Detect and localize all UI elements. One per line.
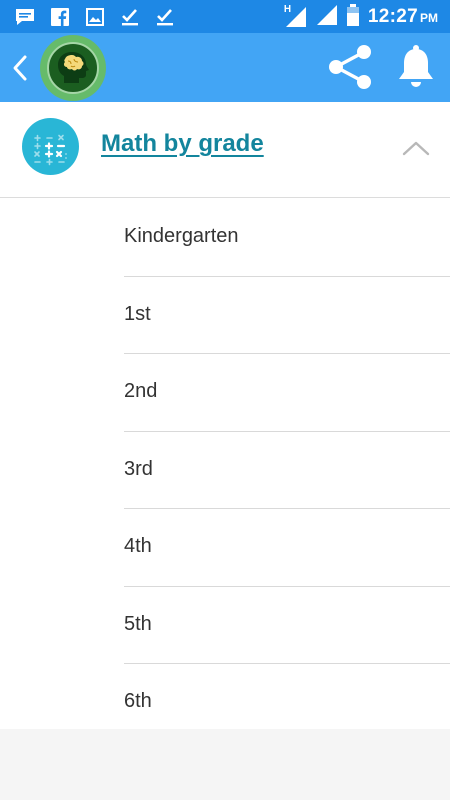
grade-item-1st[interactable]: 1st	[0, 277, 450, 354]
status-bar: H 12:27 PM	[0, 0, 450, 33]
grade-label: 6th	[124, 690, 152, 712]
checkmark-icon	[154, 6, 176, 28]
bell-icon	[399, 45, 433, 87]
math-symbols-icon	[22, 118, 79, 175]
grade-label: 2nd	[124, 380, 158, 402]
share-icon	[329, 45, 371, 89]
image-icon	[84, 6, 106, 28]
app-logo[interactable]	[40, 35, 106, 101]
grade-item-3rd[interactable]: 3rd	[0, 432, 450, 509]
chevron-left-icon	[13, 55, 27, 81]
content-panel: Math by grade Kindergarten 1st 2nd 3rd 4…	[0, 102, 450, 729]
collapse-button[interactable]	[398, 134, 434, 162]
share-button[interactable]	[324, 41, 376, 93]
grade-label: 5th	[124, 612, 152, 635]
app-bar	[0, 33, 450, 102]
section-title[interactable]: Math by grade	[101, 130, 264, 158]
message-icon	[14, 6, 36, 28]
battery-icon	[346, 3, 360, 31]
grade-label: 3rd	[124, 457, 153, 480]
chevron-up-icon	[402, 141, 430, 156]
notification-icons	[14, 6, 176, 28]
grade-label: 1st	[124, 302, 151, 325]
grade-item-kindergarten[interactable]: Kindergarten	[0, 199, 450, 277]
checkmark-icon	[119, 6, 141, 28]
grade-item-6th[interactable]: 6th	[0, 664, 450, 742]
grade-item-4th[interactable]: 4th	[0, 509, 450, 587]
grade-item-5th[interactable]: 5th	[0, 587, 450, 664]
section-header[interactable]: Math by grade	[0, 102, 450, 198]
facebook-icon	[49, 6, 71, 28]
signal-strength-icon	[316, 4, 338, 31]
clock: 12:27 PM	[368, 6, 438, 28]
network-type-label: H	[283, 4, 292, 15]
system-icons: H 12:27 PM	[283, 3, 438, 31]
brain-head-icon	[47, 42, 99, 94]
grade-item-2nd[interactable]: 2nd	[0, 354, 450, 432]
notifications-button[interactable]	[392, 41, 440, 93]
network-signal-icon: H	[283, 4, 308, 28]
clock-time: 12:27	[367, 6, 418, 27]
grade-label: Kindergarten	[124, 225, 239, 247]
grade-list: Kindergarten 1st 2nd 3rd 4th 5th 6th	[0, 199, 450, 742]
clock-ampm: PM	[420, 11, 438, 25]
grade-label: 4th	[124, 535, 152, 557]
back-button[interactable]	[6, 51, 34, 85]
